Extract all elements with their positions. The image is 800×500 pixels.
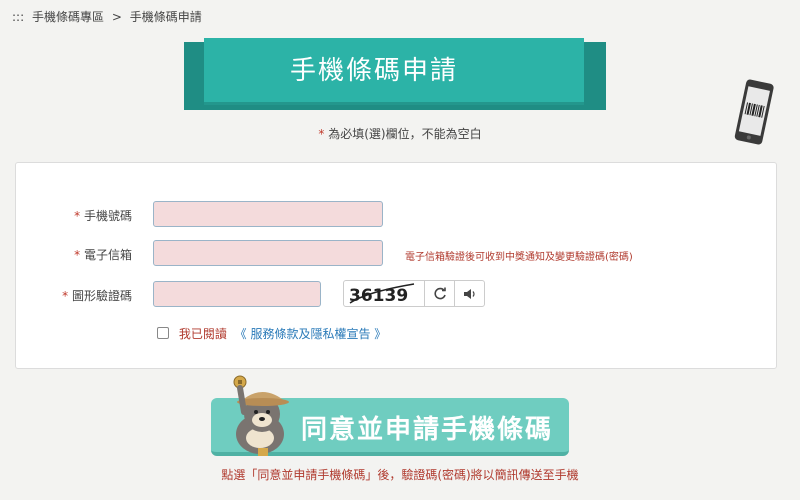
- phone-label: * 手機號碼: [12, 207, 132, 224]
- required-note-text: 為必填(選)欄位，不能為空白: [328, 127, 482, 141]
- email-hint: 電子信箱驗證後可收到中獎通知及變更驗證碼(密碼): [405, 252, 633, 263]
- agree-checkbox[interactable]: [157, 327, 169, 339]
- terms-link[interactable]: 《 服務條款及隱私權宣告 》: [235, 327, 387, 341]
- bear-mascot-icon: [233, 375, 289, 456]
- form-panel: [15, 162, 777, 369]
- captcha-label-text: 圖形驗證碼: [71, 289, 132, 303]
- captcha-audio-button[interactable]: [454, 281, 485, 306]
- banner-main: 手機條碼申請: [204, 38, 584, 105]
- agree-row: 我已閱讀 《 服務條款及隱私權宣告 》: [157, 325, 386, 342]
- required-note: * 為必填(選)欄位，不能為空白: [0, 125, 800, 142]
- breadcrumb-parent[interactable]: 手機條碼專區: [32, 10, 104, 24]
- captcha-widget: 36139: [343, 280, 485, 307]
- phone-number-input[interactable]: [153, 201, 383, 227]
- email-input[interactable]: [153, 240, 383, 266]
- captcha-image-text: 36139: [349, 286, 408, 306]
- page-title: 手機條碼申請: [289, 56, 458, 86]
- refresh-icon: [434, 287, 446, 299]
- breadcrumb-separator: >: [111, 10, 122, 24]
- breadcrumb: ::: 手機條碼專區 > 手機條碼申請: [12, 8, 206, 25]
- breadcrumb-prefix: :::: [12, 10, 25, 24]
- required-star: *: [318, 127, 325, 141]
- phone-label-text: 手機號碼: [83, 209, 132, 223]
- email-label: * 電子信箱: [12, 246, 132, 263]
- captcha-image: 36139: [349, 283, 415, 306]
- breadcrumb-current: 手機條碼申請: [129, 10, 202, 24]
- phone-required-star: *: [74, 209, 81, 223]
- captcha-required-star: *: [62, 289, 69, 303]
- captcha-refresh-button[interactable]: [424, 281, 455, 306]
- speaker-icon: [464, 288, 475, 299]
- page-banner: 手機條碼申請: [184, 38, 774, 145]
- footer-note: 點選「同意並申請手機條碼」後，驗證碼(密碼)將以簡訊傳送至手機: [221, 468, 579, 482]
- email-required-star: *: [74, 248, 81, 262]
- captcha-label: * 圖形驗證碼: [12, 287, 132, 304]
- agree-label: 我已閱讀: [178, 327, 227, 341]
- email-label-text: 電子信箱: [83, 248, 132, 262]
- captcha-input[interactable]: [153, 281, 321, 307]
- submit-button-label: 同意並申請手機條碼: [301, 415, 554, 445]
